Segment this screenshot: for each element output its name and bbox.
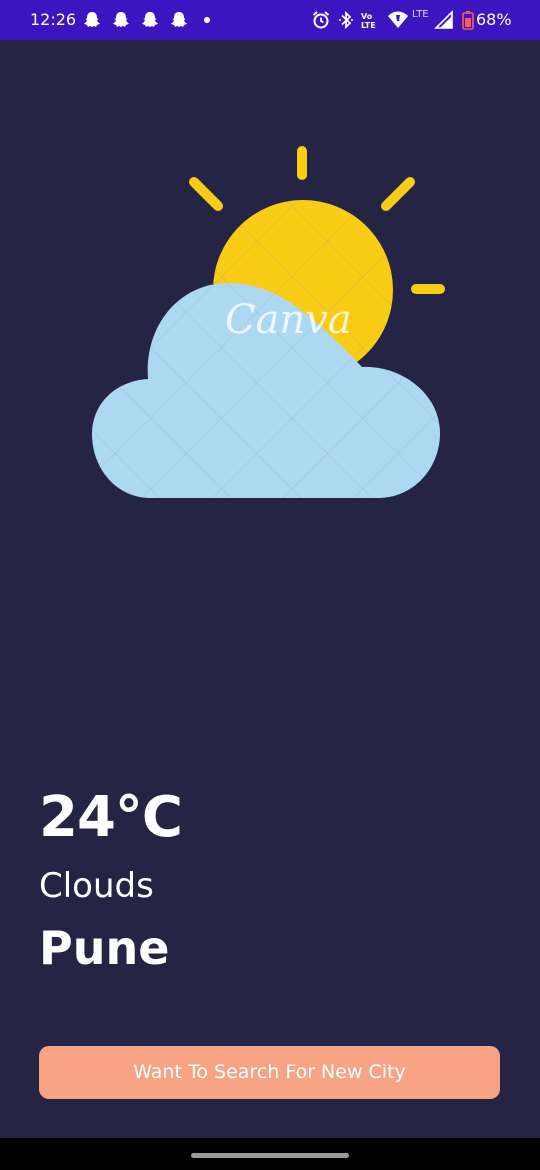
svg-text:LTE: LTE	[361, 21, 376, 30]
signal-strength-icon	[434, 10, 453, 29]
status-bar: 12:26 Vo LTE LTE 68%	[0, 0, 540, 40]
svg-text:Vo: Vo	[361, 12, 373, 21]
snapchat-notification-icon	[142, 12, 158, 27]
weather-condition: Clouds	[39, 866, 154, 906]
bluetooth-icon	[339, 10, 353, 30]
partly-cloudy-icon: Canva	[92, 146, 445, 498]
alarm-icon	[312, 11, 330, 29]
snapchat-notification-icon	[171, 12, 187, 27]
snapchat-notification-icon	[84, 12, 100, 27]
navigation-bar	[0, 1138, 540, 1170]
status-time: 12:26	[30, 10, 77, 29]
wifi-icon	[388, 11, 408, 28]
more-notifications-dot	[204, 17, 210, 23]
volte-icon: Vo LTE	[361, 12, 376, 30]
search-new-city-button[interactable]: Want To Search For New City	[39, 1046, 500, 1099]
temperature-value: 24°C	[39, 785, 183, 850]
home-gesture-handle[interactable]	[191, 1153, 349, 1158]
canva-watermark: Canva	[225, 297, 352, 343]
battery-icon	[462, 11, 474, 30]
snapchat-notification-icon	[113, 12, 129, 27]
network-type-label: LTE	[412, 9, 429, 20]
battery-percentage: 68%	[476, 10, 512, 29]
city-name: Pune	[39, 921, 170, 975]
